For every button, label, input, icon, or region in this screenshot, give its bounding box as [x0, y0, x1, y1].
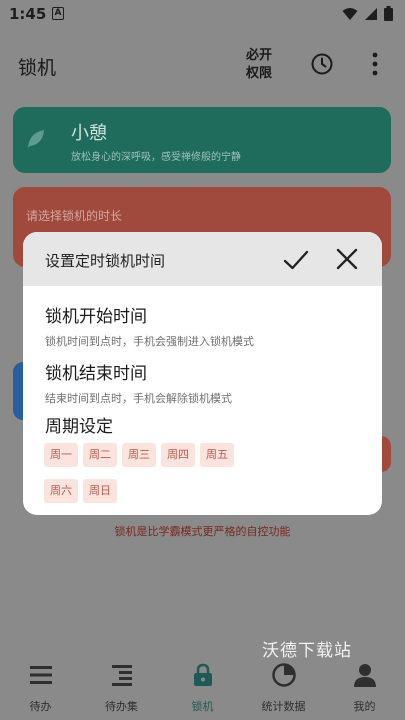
day-chip-thu[interactable]: 周四	[161, 443, 195, 467]
nav-label-todo-collection: 待办集	[105, 700, 138, 713]
close-icon[interactable]	[334, 246, 360, 272]
permission-button[interactable]: 必开 权限	[244, 47, 274, 83]
xiaoqi-card[interactable]: 小憩 放松身心的深呼吸，感受禅修般的宁静	[13, 107, 391, 173]
footer-note: 锁机是比学霸模式更严格的自控功能	[114, 525, 291, 538]
check-icon[interactable]	[282, 246, 310, 274]
period-setting: 周期设定	[45, 412, 113, 437]
day-chip-mon[interactable]: 周一	[44, 443, 78, 467]
status-bar: 1:45 A	[0, 0, 405, 28]
nav-label-profile: 我的	[353, 700, 376, 713]
bottom-nav: 待办 待办集 锁机 统计数据 我的	[0, 654, 405, 720]
nav-item-profile[interactable]: 我的	[324, 654, 405, 720]
schedule-lock-dialog: 设置定时锁机时间 锁机开始时间 锁机时间到点时，手机会强制进入锁机模式 锁机结束…	[23, 232, 382, 515]
nav-item-todo[interactable]: 待办	[0, 654, 81, 720]
end-time-title: 锁机结束时间	[45, 364, 147, 384]
watermark: 沃德下载站	[262, 641, 352, 661]
nav-item-lock[interactable]: 锁机	[162, 654, 243, 720]
list-icon	[29, 666, 52, 684]
duration-label: 请选择锁机的时长	[26, 209, 123, 223]
signal-icon	[365, 7, 377, 20]
leaf-icon	[28, 130, 44, 148]
day-chip-sat[interactable]: 周六	[44, 479, 78, 503]
status-time: 1:45	[9, 5, 47, 23]
wifi-icon	[342, 7, 358, 20]
start-time-desc: 锁机时间到点时，手机会强制进入锁机模式	[45, 335, 254, 348]
timer-clock-icon[interactable]	[310, 52, 334, 76]
day-chip-fri[interactable]: 周五	[200, 443, 234, 467]
lock-icon	[193, 663, 212, 686]
day-chip-tue[interactable]: 周二	[83, 443, 117, 467]
permission-label-line1: 必开	[245, 48, 272, 63]
more-vert-icon[interactable]	[366, 50, 384, 78]
period-title: 周期设定	[45, 417, 113, 437]
day-chip-sun[interactable]: 周日	[83, 479, 117, 503]
person-icon	[353, 664, 376, 687]
nav-label-statistics: 统计数据	[261, 700, 306, 713]
dialog-title: 设置定时锁机时间	[45, 252, 166, 270]
nav-label-todo: 待办	[29, 700, 52, 713]
nav-label-lock: 锁机	[191, 700, 214, 713]
notification-badge-icon: A	[52, 7, 64, 20]
battery-icon	[384, 6, 393, 21]
weekday-chips-row2: 周六 周日	[44, 479, 122, 503]
xiaoqi-title: 小憩	[71, 123, 107, 144]
start-time-setting[interactable]: 锁机开始时间 锁机时间到点时，手机会强制进入锁机模式	[45, 302, 254, 349]
page-title: 锁机	[18, 57, 57, 79]
list-collection-icon	[111, 665, 132, 686]
end-time-setting[interactable]: 锁机结束时间 结束时间到点时，手机会解除锁机模式	[45, 359, 232, 406]
nav-item-statistics[interactable]: 统计数据	[243, 654, 324, 720]
weekday-chips-row1: 周一 周二 周三 周四 周五	[44, 443, 239, 467]
start-time-title: 锁机开始时间	[45, 307, 147, 327]
day-chip-wed[interactable]: 周三	[122, 443, 156, 467]
system-icons	[342, 6, 393, 21]
app-bar: 锁机 必开 权限	[0, 28, 405, 102]
end-time-desc: 结束时间到点时，手机会解除锁机模式	[45, 392, 232, 405]
dialog-header: 设置定时锁机时间	[23, 232, 382, 286]
nav-item-todo-collection[interactable]: 待办集	[81, 654, 162, 720]
xiaoqi-desc: 放松身心的深呼吸，感受禅修般的宁静	[71, 152, 241, 163]
permission-label-line2: 权限	[245, 66, 272, 81]
pie-chart-icon	[271, 663, 296, 687]
